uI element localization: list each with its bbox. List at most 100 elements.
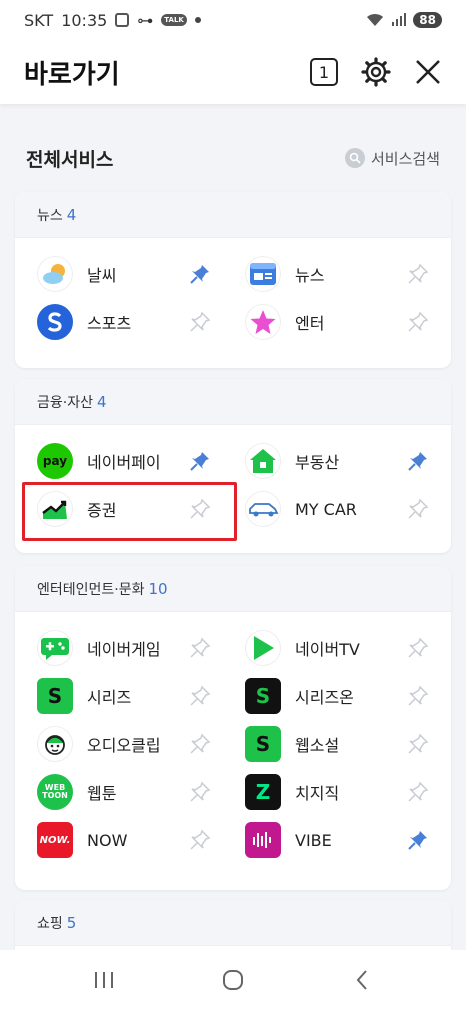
section-count: 4 bbox=[96, 392, 107, 411]
service-label: 부동산 bbox=[295, 453, 340, 472]
service-item-news[interactable]: 뉴스 bbox=[233, 250, 451, 298]
service-item-webnovel[interactable]: S 웹소설 bbox=[233, 720, 451, 768]
service-item-realestate[interactable]: 부동산 bbox=[233, 437, 451, 485]
section-title: 금융·자산 bbox=[37, 394, 93, 411]
service-label: 네이버TV bbox=[295, 640, 360, 659]
chzzk-icon: Z bbox=[245, 774, 281, 810]
now-icon: NOW. bbox=[37, 822, 73, 858]
search-icon bbox=[344, 148, 365, 168]
service-label: 웹소설 bbox=[295, 736, 340, 755]
pin-active-icon[interactable] bbox=[187, 448, 213, 474]
wifi-icon bbox=[367, 13, 384, 26]
section-title: 엔터테인먼트·문화 bbox=[37, 581, 145, 598]
section-header: 엔터테인먼트·문화 10 bbox=[15, 566, 451, 612]
service-item-naverpay[interactable]: pay 네이버페이 bbox=[15, 437, 233, 485]
section-count: 4 bbox=[66, 205, 77, 224]
service-label: 증권 bbox=[87, 501, 117, 520]
pin-inactive-icon[interactable] bbox=[405, 731, 431, 757]
carrier: SKT bbox=[24, 10, 54, 30]
more-notifications-icon bbox=[194, 17, 201, 23]
service-item-vibe[interactable]: VIBE bbox=[233, 816, 451, 864]
service-item-navergame[interactable]: 네이버게임 bbox=[15, 624, 233, 672]
service-label: 뉴스 bbox=[295, 266, 325, 285]
webnovel-icon: S bbox=[245, 726, 281, 762]
service-search-label: 서비스검색 bbox=[370, 149, 440, 168]
pin-inactive-icon[interactable] bbox=[405, 309, 431, 335]
entertainment-section: 엔터테인먼트·문화 10 네이버게임 네이버TV S 시리즈 S 시리즈온 오디… bbox=[15, 566, 451, 890]
section-count: 10 bbox=[148, 579, 168, 598]
service-label: 스포츠 bbox=[87, 314, 132, 333]
service-label: 시리즈 bbox=[87, 688, 132, 707]
service-item-stock[interactable]: 증권 bbox=[15, 485, 233, 533]
key-notification-icon: ⊶ bbox=[137, 10, 154, 30]
home-button[interactable] bbox=[213, 960, 253, 1000]
webtoon-icon: WEB TOON bbox=[37, 774, 73, 810]
service-item-navertv[interactable]: 네이버TV bbox=[233, 624, 451, 672]
signal-icon bbox=[392, 13, 407, 26]
news-section: 뉴스 4 날씨 뉴스 스포츠 엔터 bbox=[15, 192, 451, 368]
service-label: 시리즈온 bbox=[295, 688, 354, 707]
pin-inactive-icon[interactable] bbox=[187, 779, 213, 805]
status-bar: SKT 10:35 ⊶ TALK 88 bbox=[0, 0, 466, 40]
sports-icon bbox=[37, 304, 73, 340]
pin-inactive-icon[interactable] bbox=[187, 731, 213, 757]
series-on-icon: S bbox=[245, 678, 281, 714]
app-header: 바로가기 1 bbox=[0, 40, 466, 104]
all-services-title: 전체서비스 bbox=[26, 148, 114, 171]
service-label: 웹툰 bbox=[87, 784, 117, 803]
service-item-sports[interactable]: 스포츠 bbox=[15, 298, 233, 346]
service-item-mycar[interactable]: MY CAR bbox=[233, 485, 451, 533]
pin-active-icon[interactable] bbox=[405, 827, 431, 853]
talk-notification-icon: TALK bbox=[161, 14, 187, 26]
gamepad-icon bbox=[37, 630, 73, 666]
gallery-notification-icon bbox=[115, 13, 130, 27]
service-item-weather[interactable]: 날씨 bbox=[15, 250, 233, 298]
all-services-header: 전체서비스 서비스검색 bbox=[0, 130, 466, 186]
pin-active-icon[interactable] bbox=[405, 448, 431, 474]
series-icon: S bbox=[37, 678, 73, 714]
service-label: 엔터 bbox=[295, 314, 325, 333]
pin-inactive-icon[interactable] bbox=[187, 827, 213, 853]
home-icon bbox=[222, 969, 243, 990]
back-icon bbox=[356, 969, 367, 990]
back-button[interactable] bbox=[342, 960, 382, 1000]
service-item-webtoon[interactable]: WEB TOON 웹툰 bbox=[15, 768, 233, 816]
house-icon bbox=[245, 443, 281, 479]
service-label: 치지직 bbox=[295, 784, 340, 803]
pin-inactive-icon[interactable] bbox=[187, 635, 213, 661]
pin-inactive-icon[interactable] bbox=[187, 309, 213, 335]
battery-indicator: 88 bbox=[413, 12, 442, 28]
service-item-serieson[interactable]: S 시리즈온 bbox=[233, 672, 451, 720]
pin-inactive-icon[interactable] bbox=[405, 683, 431, 709]
pin-inactive-icon[interactable] bbox=[405, 779, 431, 805]
pin-inactive-icon[interactable] bbox=[405, 496, 431, 522]
service-label: 네이버게임 bbox=[87, 640, 161, 659]
gear-icon[interactable] bbox=[360, 56, 392, 88]
close-icon[interactable] bbox=[414, 58, 442, 86]
pin-inactive-icon[interactable] bbox=[187, 496, 213, 522]
naverpay-icon: pay bbox=[37, 443, 73, 479]
recent-apps-icon bbox=[95, 971, 114, 988]
service-item-enter[interactable]: 엔터 bbox=[233, 298, 451, 346]
section-title: 뉴스 bbox=[37, 207, 63, 224]
section-header: 뉴스 4 bbox=[15, 192, 451, 238]
tab-count-button[interactable]: 1 bbox=[310, 58, 338, 86]
pin-inactive-icon[interactable] bbox=[187, 683, 213, 709]
pin-inactive-icon[interactable] bbox=[405, 635, 431, 661]
recent-apps-button[interactable] bbox=[84, 960, 124, 1000]
service-label: 네이버페이 bbox=[87, 453, 161, 472]
pin-active-icon[interactable] bbox=[187, 261, 213, 287]
service-item-now[interactable]: NOW. NOW bbox=[15, 816, 233, 864]
service-item-chzzk[interactable]: Z 치지직 bbox=[233, 768, 451, 816]
service-item-audioclip[interactable]: 오디오클립 bbox=[15, 720, 233, 768]
service-label: 날씨 bbox=[87, 266, 117, 285]
vibe-icon bbox=[245, 822, 281, 858]
section-header: 쇼핑 5 bbox=[15, 900, 451, 946]
news-icon bbox=[245, 256, 281, 292]
service-label: NOW bbox=[87, 830, 128, 850]
service-label: MY CAR bbox=[295, 499, 357, 519]
service-label: 오디오클립 bbox=[87, 736, 161, 755]
service-search-button[interactable]: 서비스검색 bbox=[344, 148, 440, 169]
service-item-series[interactable]: S 시리즈 bbox=[15, 672, 233, 720]
pin-inactive-icon[interactable] bbox=[405, 261, 431, 287]
